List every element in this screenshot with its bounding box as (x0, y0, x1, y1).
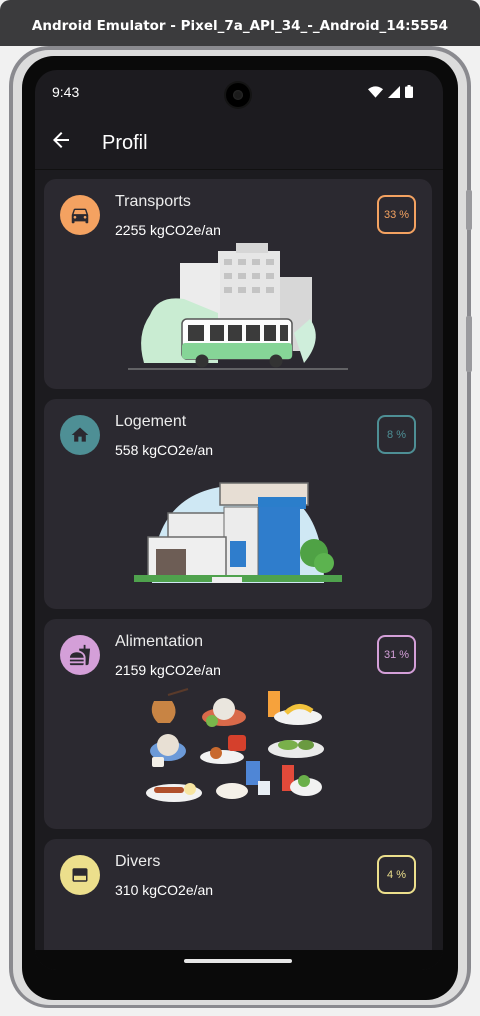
percent-badge: 31 % (377, 635, 416, 674)
percent-badge: 33 % (377, 195, 416, 234)
box-icon (60, 855, 100, 895)
category-title: Alimentation (115, 633, 204, 650)
page-title: Profil (102, 132, 148, 154)
category-card-logement[interactable]: Logement 558 kgCO2e/an 8 % (44, 399, 432, 609)
food-dishes-illustration (146, 688, 324, 802)
category-card-alimentation[interactable]: Alimentation 2159 kgCO2e/an 31 % (44, 619, 432, 829)
percent-badge: 4 % (377, 855, 416, 894)
home-icon (60, 415, 100, 455)
house-illustration (134, 482, 342, 583)
power-button[interactable] (466, 190, 472, 230)
status-bar: 9:43 (35, 70, 443, 114)
wifi-icon (368, 85, 383, 98)
category-value: 2159 kgCO2e/an (115, 662, 221, 678)
percent-badge: 8 % (377, 415, 416, 454)
car-icon (60, 195, 100, 235)
category-title: Logement (115, 413, 187, 430)
category-value: 310 kgCO2e/an (115, 882, 214, 898)
arrow-left-icon[interactable] (49, 128, 73, 152)
home-gesture-handle[interactable] (184, 959, 292, 963)
category-title: Divers (115, 853, 161, 870)
fastfood-icon (60, 635, 100, 675)
emulator-window-title: Android Emulator - Pixel_7a_API_34_-_And… (0, 0, 480, 46)
status-time: 9:43 (52, 84, 80, 100)
battery-icon (405, 85, 413, 98)
device-screen: 9:43 Profil Transports 2255 kgCO2e/an 33… (35, 70, 443, 970)
category-value: 558 kgCO2e/an (115, 442, 214, 458)
category-value: 2255 kgCO2e/an (115, 222, 221, 238)
category-list[interactable]: Transports 2255 kgCO2e/an 33 % Logement … (35, 170, 443, 950)
signal-icon (388, 85, 400, 98)
category-card-divers[interactable]: Divers 310 kgCO2e/an 4 % (44, 839, 432, 950)
volume-button[interactable] (466, 316, 472, 372)
city-bus-illustration (128, 243, 348, 370)
category-card-transports[interactable]: Transports 2255 kgCO2e/an 33 % (44, 179, 432, 389)
top-app-bar: Profil (35, 114, 443, 170)
misc-illustration (128, 903, 348, 950)
front-camera (226, 83, 250, 107)
category-title: Transports (115, 193, 191, 210)
